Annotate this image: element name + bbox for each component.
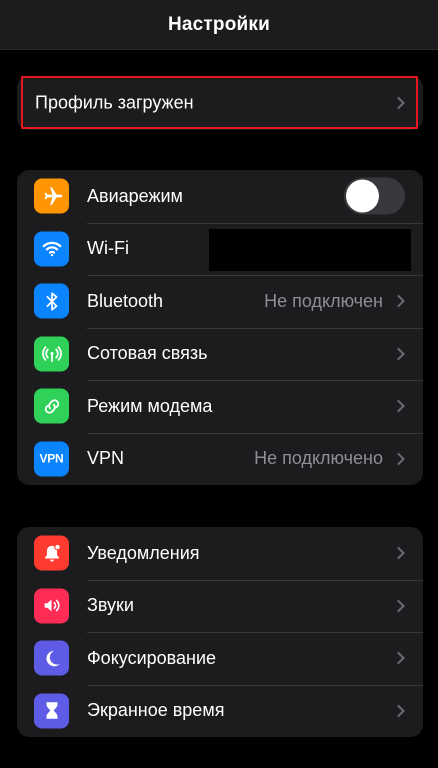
chevron-right-icon — [392, 452, 405, 466]
focus-label: Фокусирование — [87, 647, 217, 668]
chevron-right-icon — [392, 651, 405, 665]
redacted-network-name — [209, 228, 411, 271]
toggle-knob — [346, 179, 379, 213]
speaker-icon — [34, 588, 69, 624]
wifi-icon — [34, 231, 69, 267]
vpn-icon-text: VPN — [39, 451, 64, 466]
bluetooth-icon — [34, 283, 69, 319]
sounds-label: Звуки — [87, 595, 134, 616]
cellular-row[interactable]: Сотовая связь — [17, 327, 423, 381]
vpn-status: Не подключено — [254, 448, 383, 469]
focus-row[interactable]: Фокусирование — [17, 632, 423, 685]
hotspot-label: Режим модема — [87, 395, 213, 416]
chevron-right-icon — [392, 347, 405, 361]
vpn-icon: VPN — [34, 441, 69, 477]
airplane-mode-label: Авиарежим — [87, 185, 183, 206]
chevron-right-icon — [392, 704, 405, 718]
sounds-row[interactable]: Звуки — [17, 579, 423, 633]
notifications-label: Уведомления — [87, 542, 200, 563]
bluetooth-label: Bluetooth — [87, 290, 164, 311]
chevron-right-icon — [392, 294, 405, 308]
profile-loaded-label: Профиль загружен — [35, 92, 194, 113]
general-settings-group: Уведомления Звуки Фокусирование Экранное… — [17, 527, 423, 737]
hotspot-chain-icon — [34, 388, 69, 424]
cellular-antenna-icon — [34, 336, 69, 372]
nav-header: Настройки — [0, 0, 438, 50]
hotspot-row[interactable]: Режим модема — [17, 380, 423, 433]
screen-time-label: Экранное время — [87, 700, 225, 721]
bluetooth-row[interactable]: Bluetooth Не подключен — [17, 275, 423, 328]
hourglass-icon — [34, 693, 69, 729]
chevron-right-icon — [392, 599, 405, 613]
airplane-icon — [34, 178, 69, 214]
wifi-label: Wi-Fi — [87, 238, 129, 259]
network-settings-group: Авиарежим Wi-Fi Bluetooth Не подключен С… — [17, 170, 423, 485]
chevron-right-icon — [392, 96, 405, 110]
profile-loaded-row[interactable]: Профиль загружен — [17, 76, 423, 130]
vpn-row[interactable]: VPN VPN Не подключено — [17, 432, 423, 486]
airplane-mode-toggle[interactable] — [344, 177, 405, 215]
page-title: Настройки — [167, 13, 271, 35]
bluetooth-status: Не подключен — [264, 290, 383, 311]
notification-bell-icon — [34, 535, 69, 571]
vpn-label: VPN — [87, 448, 125, 469]
airplane-mode-row: Авиарежим — [17, 170, 423, 223]
moon-icon — [34, 640, 69, 676]
chevron-right-icon — [392, 399, 405, 413]
chevron-right-icon — [392, 546, 405, 560]
cellular-label: Сотовая связь — [87, 343, 208, 364]
wifi-row[interactable]: Wi-Fi — [17, 222, 423, 276]
notifications-row[interactable]: Уведомления — [17, 527, 423, 580]
screen-time-row[interactable]: Экранное время — [17, 684, 423, 738]
